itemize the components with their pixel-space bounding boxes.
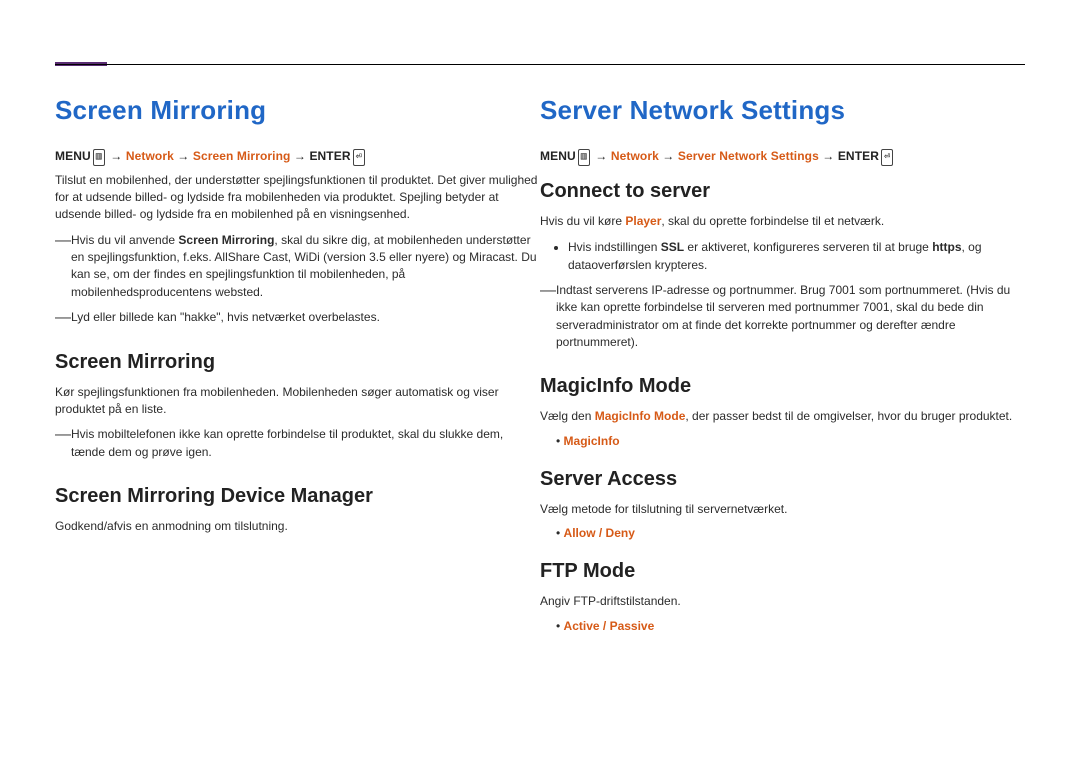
subheading: Screen Mirroring <box>55 351 540 374</box>
menu-icon: ▥ <box>93 149 105 166</box>
header-rule <box>55 64 1025 65</box>
subheading: Screen Mirroring Device Manager <box>55 485 540 508</box>
note-dash: ― <box>55 426 71 444</box>
note-item: ― Hvis mobiltelefonen ikke kan oprette f… <box>55 426 540 465</box>
enter-icon: ⏎ <box>881 149 893 166</box>
body-text: Godkend/afvis en anmodning om tilslutnin… <box>55 518 540 535</box>
menu-path: MENU▥ → Network → Server Network Setting… <box>540 148 1025 166</box>
bullet-list: Hvis indstillingen SSL er aktiveret, kon… <box>540 238 1025 274</box>
body-text: Angiv FTP-driftstilstanden. <box>540 593 1025 610</box>
subheading: Connect to server <box>540 180 1025 203</box>
option-item: Allow / Deny <box>540 526 1025 540</box>
section-title: Server Network Settings <box>540 95 1025 126</box>
option-item: Active / Passive <box>540 619 1025 633</box>
note-dash: ― <box>540 282 556 300</box>
body-text: Vælg metode for tilslutning til serverne… <box>540 501 1025 518</box>
note-dash: ― <box>55 309 71 327</box>
note-item: ― Lyd eller billede kan "hakke", hvis ne… <box>55 309 540 330</box>
body-text: Kør spejlingsfunktionen fra mobilenheden… <box>55 384 540 419</box>
menu-path: MENU▥ → Network → Screen Mirroring → ENT… <box>55 148 540 166</box>
subheading: Server Access <box>540 468 1025 491</box>
subheading: MagicInfo Mode <box>540 375 1025 398</box>
note-dash: ― <box>55 232 71 250</box>
note-item: ― Hvis du vil anvende Screen Mirroring, … <box>55 232 540 306</box>
note-item: ― Indtast serverens IP-adresse og portnu… <box>540 282 1025 356</box>
subheading: FTP Mode <box>540 560 1025 583</box>
body-text: Hvis du vil køre Player, skal du oprette… <box>540 213 1025 230</box>
option-item: MagicInfo <box>540 434 1025 448</box>
menu-icon: ▥ <box>578 149 590 166</box>
left-column: Screen Mirroring MENU▥ → Network → Scree… <box>55 95 540 643</box>
list-item: Hvis indstillingen SSL er aktiveret, kon… <box>568 238 1025 274</box>
enter-icon: ⏎ <box>353 149 365 166</box>
right-column: Server Network Settings MENU▥ → Network … <box>540 95 1025 643</box>
section-title: Screen Mirroring <box>55 95 540 126</box>
intro-text: Tilslut en mobilenhed, der understøtter … <box>55 172 540 224</box>
body-text: Vælg den MagicInfo Mode, der passer beds… <box>540 408 1025 425</box>
